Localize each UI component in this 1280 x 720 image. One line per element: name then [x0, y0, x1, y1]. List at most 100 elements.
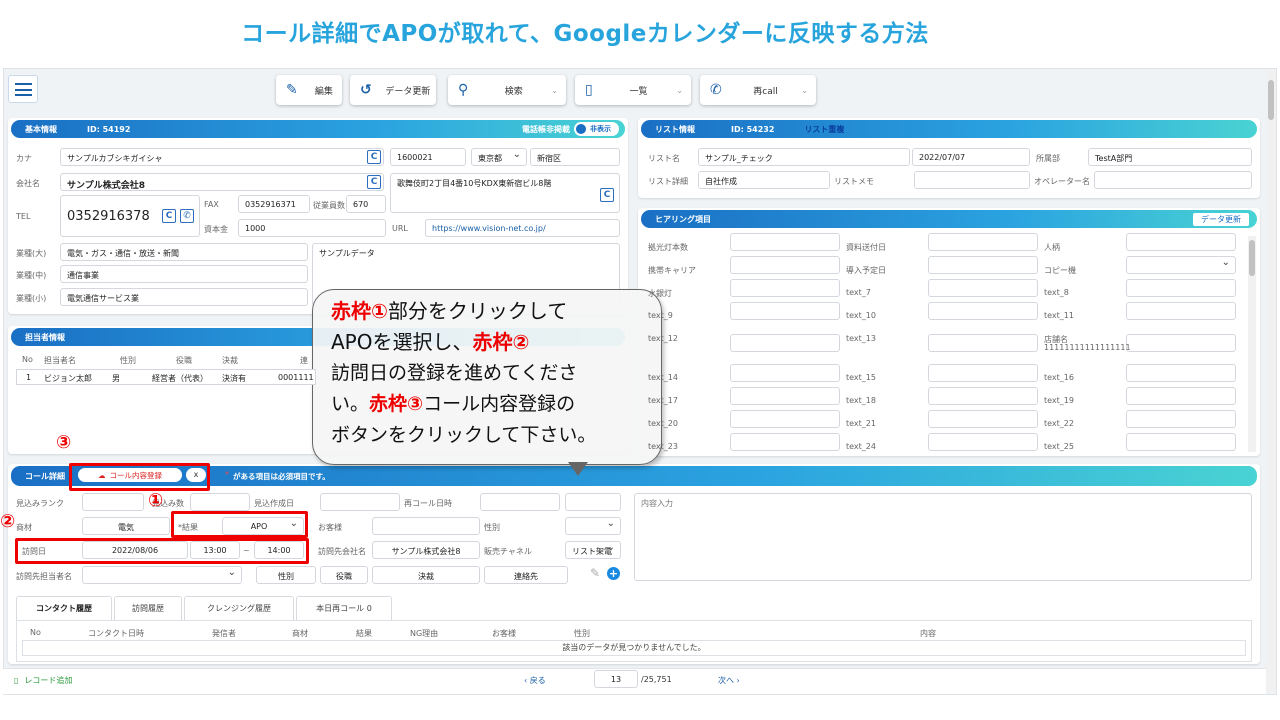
recall-button[interactable]: ✆ 再call ⌄ [700, 75, 816, 105]
list-name-field[interactable]: サンプル_チェック [698, 148, 910, 166]
contact-header: 担当者名 [44, 356, 76, 365]
fax-field[interactable]: 0352916371 [238, 195, 310, 213]
decision-button[interactable]: 決裁 [372, 566, 480, 584]
industry-small-field[interactable]: 電気通信サービス業 [60, 288, 308, 306]
hearing-field[interactable] [1126, 433, 1236, 451]
page-scrollbar[interactable] [1266, 70, 1276, 692]
count-field[interactable] [190, 493, 250, 511]
hearing-field[interactable] [928, 302, 1038, 320]
prefecture-select[interactable]: 東京都 [471, 148, 527, 166]
instruction-callout: 赤枠①部分をクリックして APOを選択し、赤枠② 訪問日の登録を進めてくださ い… [312, 289, 662, 465]
hearing-label: text_18 [846, 396, 876, 405]
tel-field[interactable]: 0352916378 [60, 195, 200, 237]
hearing-field[interactable] [928, 334, 1038, 352]
next-button[interactable]: 次へ › [718, 675, 740, 686]
phone-icon[interactable]: ✆ [180, 209, 194, 223]
search-button[interactable]: ⚲ 検索 ⌄ [448, 75, 566, 105]
hearing-field[interactable] [730, 364, 840, 382]
channel-select[interactable]: リスト架電 [565, 541, 621, 559]
refresh-button[interactable]: ↺ データ更新 [350, 75, 436, 105]
recheck-link[interactable]: リスト重複 [804, 124, 844, 135]
hearing-field[interactable] [1126, 256, 1236, 274]
hearing-field[interactable] [1126, 410, 1236, 428]
hearing-scrollbar[interactable] [1248, 236, 1256, 452]
company-field[interactable]: サンプル株式会社8 [60, 173, 384, 191]
menu-button[interactable] [8, 75, 38, 103]
hearing-field[interactable] [730, 410, 840, 428]
recall-time-field[interactable] [565, 493, 621, 511]
gender-button[interactable]: 性別 [256, 566, 316, 584]
zip-field[interactable]: 1600021 [390, 148, 466, 166]
hearing-field[interactable] [928, 233, 1038, 251]
visit-company-field[interactable]: サンプル株式会社8 [372, 541, 480, 559]
history-header: NG理由 [410, 629, 439, 638]
tab-3[interactable]: 本日再コール 0 [296, 596, 392, 620]
hearing-field[interactable] [730, 279, 840, 297]
customer-field[interactable] [372, 517, 480, 535]
tab-2[interactable]: クレンジング履歴 [184, 596, 294, 620]
created-date-field[interactable] [320, 493, 400, 511]
history-header: 発信者 [212, 629, 236, 638]
hearing-field[interactable] [1126, 233, 1236, 251]
employees-field[interactable]: 670 [346, 195, 386, 213]
panel-header: リスト情報 ID: 54232 リスト重複 [641, 120, 1257, 138]
hearing-field[interactable] [928, 279, 1038, 297]
visit-person-select[interactable] [82, 566, 242, 584]
hearing-field[interactable] [1126, 279, 1236, 297]
goods-select[interactable]: 電気 [82, 517, 170, 535]
kana-field[interactable]: サンプルカブシキガイシャ [60, 148, 384, 166]
copy-icon[interactable]: C [162, 209, 176, 223]
list-detail-field[interactable]: 自社作成 [698, 171, 830, 189]
content-input[interactable]: 内容入力 [634, 493, 1252, 581]
copy-icon[interactable]: C [600, 188, 614, 202]
hearing-field[interactable] [928, 364, 1038, 382]
document-icon: ▯ [585, 82, 593, 98]
capital-field[interactable]: 1000 [238, 219, 386, 237]
hearing-field[interactable] [1126, 387, 1236, 405]
hearing-field[interactable] [730, 334, 840, 352]
rank-select[interactable] [82, 493, 144, 511]
add-icon[interactable]: + [607, 567, 620, 580]
page-input[interactable]: 13 [594, 670, 638, 688]
hearing-field[interactable] [730, 233, 840, 251]
hearing-field[interactable] [1126, 364, 1236, 382]
add-record-button[interactable]: ▯ レコード追加 [14, 675, 72, 686]
role-button[interactable]: 役職 [320, 566, 368, 584]
address-field[interactable]: 歌舞伎町2丁目4番10号KDX東新宿ビル8階 [390, 173, 620, 213]
operator-field[interactable] [1094, 171, 1252, 189]
list-date-field[interactable]: 2022/07/07 [912, 148, 1030, 166]
tab-1[interactable]: 訪問履歴 [114, 596, 182, 620]
recall-date-field[interactable] [480, 493, 560, 511]
history-header: 性別 [574, 629, 590, 638]
hearing-field[interactable] [928, 433, 1038, 451]
hearing-field[interactable] [730, 387, 840, 405]
contact-button[interactable]: 連絡先 [484, 566, 568, 584]
hearing-field[interactable] [730, 256, 840, 274]
tab-0[interactable]: コンタクト履歴 [16, 596, 112, 620]
industry-large-field[interactable]: 電気・ガス・通信・放送・新聞 [60, 243, 308, 261]
dept-field[interactable]: TestA部門 [1088, 148, 1252, 166]
hearing-field[interactable] [730, 433, 840, 451]
hearing-field[interactable] [1126, 334, 1236, 352]
list-button[interactable]: ▯ 一覧 ⌄ [575, 75, 691, 105]
url-link[interactable]: https://www.vision-net.co.jp/ [425, 219, 620, 237]
prev-button[interactable]: ‹ 戻る [524, 675, 546, 686]
visibility-toggle[interactable]: 非表示 [574, 122, 619, 136]
hearing-field[interactable] [730, 302, 840, 320]
hearing-label: text_10 [846, 311, 876, 320]
hearing-label: text_13 [846, 334, 876, 343]
hearing-field[interactable] [1126, 302, 1236, 320]
industry-mid-field[interactable]: 通信事業 [60, 265, 308, 283]
copy-icon[interactable]: C [367, 175, 381, 189]
gender-select[interactable] [565, 517, 621, 535]
hearing-field[interactable] [928, 256, 1038, 274]
copy-icon[interactable]: C [367, 150, 381, 164]
edit-button[interactable]: ✎ 編集 [276, 75, 342, 105]
edit-icon[interactable]: ✎ [590, 566, 600, 580]
city-field[interactable]: 新宿区 [530, 148, 620, 166]
hearing-update-button[interactable]: データ更新 [1193, 212, 1249, 226]
panel-header: 基本情報 ID: 54192 電話帳非掲載 非表示 [11, 120, 625, 138]
hearing-field[interactable] [928, 387, 1038, 405]
list-memo-field[interactable] [914, 171, 1030, 189]
hearing-field[interactable] [928, 410, 1038, 428]
